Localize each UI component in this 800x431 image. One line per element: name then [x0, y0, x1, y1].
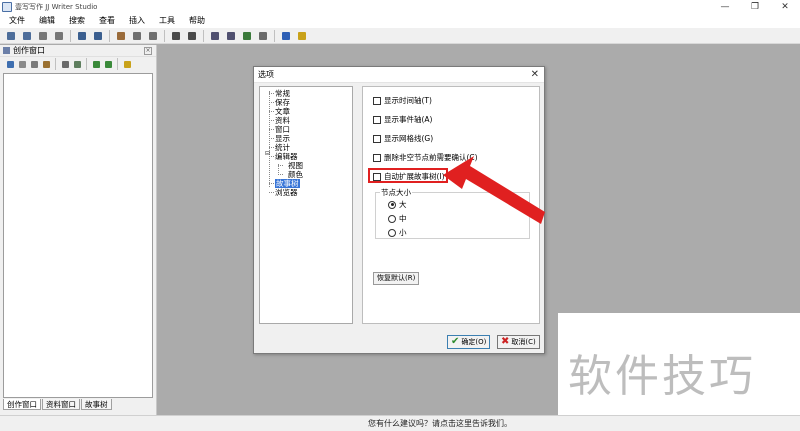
- annotation-arrow: [443, 156, 545, 224]
- arrow-shape: [443, 156, 545, 224]
